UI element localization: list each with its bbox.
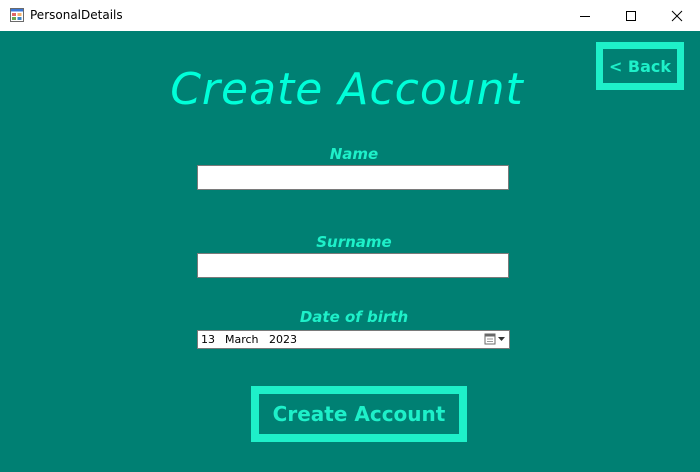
- minimize-button[interactable]: [562, 0, 608, 31]
- title-bar[interactable]: PersonalDetails: [0, 0, 700, 31]
- maximize-button[interactable]: [608, 0, 654, 31]
- personal-details-window: PersonalDetails < Back Create Account Na…: [0, 0, 700, 472]
- dob-month[interactable]: March: [225, 333, 259, 346]
- create-account-button[interactable]: Create Account: [251, 386, 467, 442]
- window-title: PersonalDetails: [30, 8, 123, 22]
- dob-day[interactable]: 13: [201, 333, 215, 346]
- minimize-icon: [580, 15, 590, 17]
- name-field[interactable]: [197, 165, 509, 190]
- date-of-birth-label: Date of birth: [299, 308, 409, 326]
- surname-label: Surname: [316, 233, 392, 251]
- maximize-icon: [626, 10, 636, 21]
- calendar-dropdown-icon[interactable]: [483, 332, 507, 347]
- page-title: Create Account: [170, 64, 524, 115]
- name-label: Name: [329, 145, 379, 163]
- windows-form-icon: [10, 8, 24, 22]
- date-of-birth-picker[interactable]: 13 March 2023: [197, 330, 510, 349]
- close-icon: [671, 10, 683, 21]
- surname-field[interactable]: [197, 253, 509, 278]
- close-button[interactable]: [654, 0, 700, 31]
- dob-year[interactable]: 2023: [269, 333, 297, 346]
